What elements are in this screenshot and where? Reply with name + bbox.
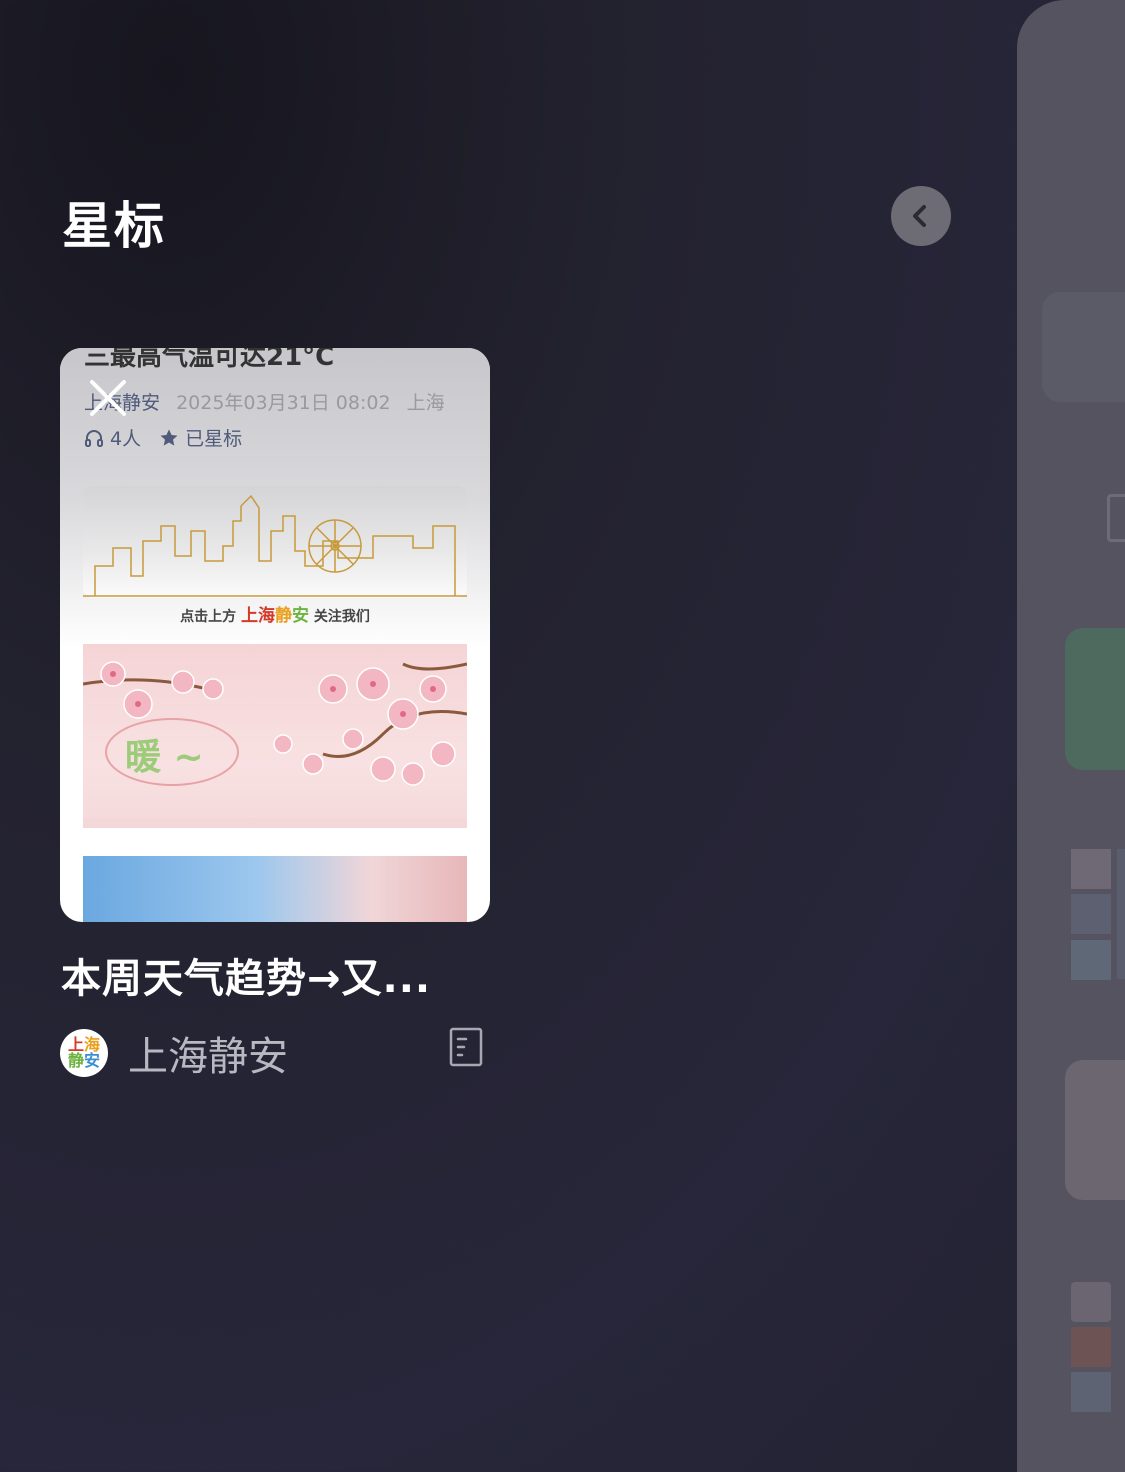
source-name: 上海静安 [128, 1034, 288, 1080]
listener-count: 4人 [110, 428, 142, 450]
peek-thumbs-2 [1071, 894, 1111, 934]
peek-illustration [1065, 1060, 1125, 1200]
chevron-left-icon [913, 205, 926, 227]
starred-article-card[interactable]: 三最高气温可达21°C 上海静安 2025年03月31日 08:02 上海 4人… [60, 348, 490, 922]
follow-name-part-3: 安 [292, 606, 309, 626]
peek-thumbs-7 [1071, 1372, 1111, 1412]
peek-search-box [1042, 292, 1125, 402]
follow-prompt: 点击上方 上海静安 关注我们 [60, 601, 490, 626]
peek-green-card [1065, 628, 1125, 770]
next-panel-peek[interactable] [1017, 0, 1125, 1472]
warm-text: 暖 ~ [125, 737, 204, 778]
document-icon [449, 1027, 483, 1067]
peek-thumbs-1 [1071, 849, 1111, 889]
close-icon[interactable] [88, 378, 128, 418]
peek-thumbs-6 [1071, 1327, 1111, 1367]
peek-thumbs-5 [1071, 1282, 1111, 1322]
star-icon [160, 429, 178, 446]
headphones-icon [85, 429, 103, 447]
peek-thumbs-3 [1071, 940, 1111, 980]
peek-checkbox [1107, 494, 1125, 542]
article-stats: 4人 已星标 [84, 424, 242, 451]
follow-name-part-1: 上海 [241, 606, 275, 626]
item-caption[interactable]: 本周天气趋势→又... [61, 946, 431, 1004]
article-date: 2025年03月31日 08:02 [176, 392, 391, 414]
avatar-char-4: 安 [84, 1051, 101, 1070]
avatar-char-3: 静 [67, 1051, 84, 1070]
torn-paper-edge [83, 818, 467, 858]
page-title: 星标 [62, 197, 166, 255]
follow-prefix: 点击上方 [180, 609, 237, 625]
follow-suffix: 关注我们 [313, 609, 370, 625]
article-meta: 上海静安 2025年03月31日 08:02 上海 [84, 388, 445, 415]
skyline-illustration [83, 494, 467, 597]
skyline-banner [83, 486, 467, 598]
source-avatar: 上海 静安 [60, 1029, 108, 1077]
collapse-button[interactable] [891, 186, 951, 246]
sky-blossom-image [83, 856, 467, 922]
item-source[interactable]: 上海 静安 上海静安 [60, 1024, 288, 1082]
peek-thumbs-4 [1117, 849, 1125, 979]
starred-label: 已星标 [185, 428, 243, 450]
article-location: 上海 [406, 392, 445, 414]
follow-name-part-2: 静 [275, 606, 292, 626]
cherry-blossom-image: 暖 ~ [83, 644, 467, 844]
article-headline: 三最高气温可达21°C [84, 348, 335, 372]
